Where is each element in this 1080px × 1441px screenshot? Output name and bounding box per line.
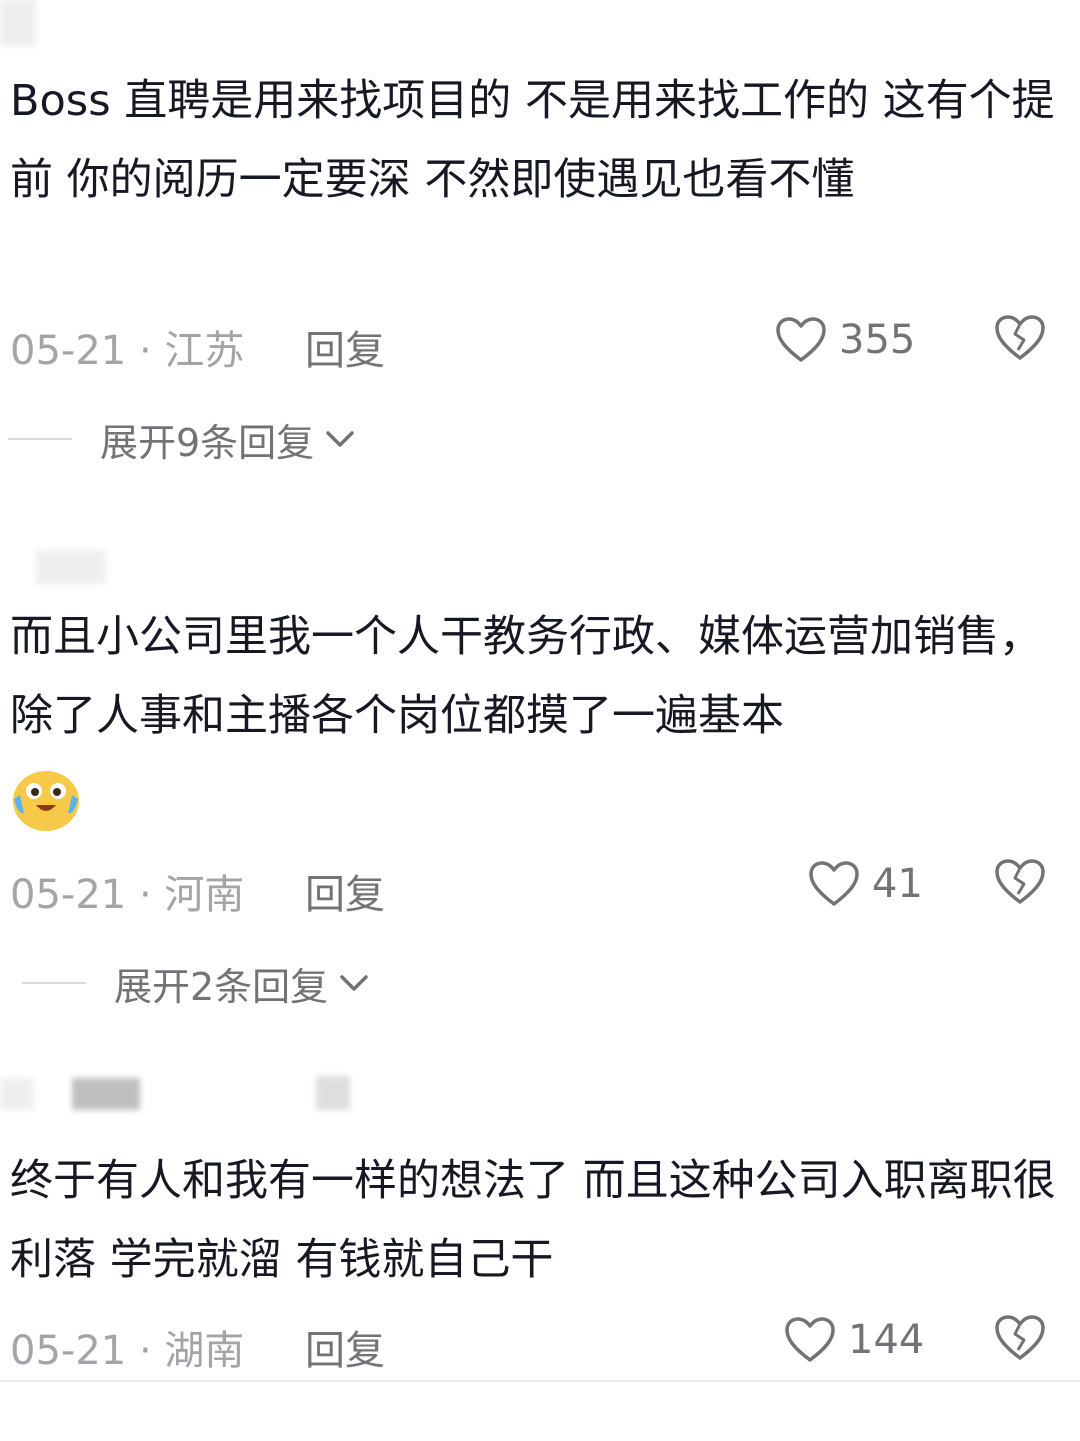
bottom-divider	[0, 1380, 1080, 1382]
comment-meta: 05-21 · 江苏 回复 355	[10, 310, 1080, 374]
crying-laughing-emoji-icon	[10, 765, 82, 833]
reply-button[interactable]: 回复	[305, 318, 385, 376]
chevron-down-icon	[324, 428, 356, 450]
reply-button[interactable]: 回复	[305, 862, 385, 920]
expand-replies-label: 展开9条回复	[100, 420, 315, 465]
comment-text: 终于有人和我有一样的想法了 而且这种公司入职离职很利落 学完就溜 有钱就自己干	[10, 1156, 1056, 1285]
redacted-username	[0, 0, 36, 46]
redacted-username	[36, 550, 106, 584]
redacted-username	[72, 1078, 140, 1110]
heart-outline-icon	[775, 316, 827, 364]
divider-line	[22, 982, 86, 984]
broken-heart-icon	[995, 1315, 1045, 1360]
heart-outline-icon	[784, 1316, 836, 1364]
redacted-username	[316, 1076, 350, 1110]
dislike-button[interactable]	[994, 858, 1046, 906]
comment-date-location: 05-21 · 江苏	[10, 328, 245, 374]
comment-date-location: 05-21 · 河南	[10, 872, 245, 918]
like-count: 144	[848, 1317, 925, 1363]
divider-line	[8, 438, 72, 440]
like-count: 41	[872, 861, 923, 907]
comment-date-location: 05-21 · 湖南	[10, 1328, 245, 1374]
comment-text: 而且小公司里我一个人干教务行政、媒体运营加销售，除了人事和主播各个岗位都摸了一遍…	[10, 612, 1042, 741]
expand-replies-button[interactable]: 展开9条回复	[8, 414, 356, 465]
redacted-username	[0, 1078, 34, 1110]
broken-heart-icon	[995, 315, 1045, 360]
expand-replies-button[interactable]: 展开2条回复	[22, 958, 370, 1009]
expand-replies-label: 展开2条回复	[114, 964, 329, 1009]
like-count: 355	[839, 317, 916, 363]
chevron-down-icon	[338, 972, 370, 994]
heart-outline-icon	[808, 860, 860, 908]
like-button[interactable]: 144	[784, 1310, 924, 1370]
comment-meta: 05-21 · 湖南 回复 144	[10, 1310, 1080, 1374]
comment-meta: 05-21 · 河南 回复 41	[10, 854, 1080, 918]
reply-button[interactable]: 回复	[305, 1318, 385, 1376]
dislike-button[interactable]	[994, 1314, 1046, 1362]
like-button[interactable]: 41	[808, 854, 923, 914]
broken-heart-icon	[995, 859, 1045, 904]
dislike-button[interactable]	[994, 314, 1046, 362]
comment-text: Boss 直聘是用来找项目的 不是用来找工作的 这有个提前 你的阅历一定要深 不…	[10, 76, 1055, 205]
like-button[interactable]: 355	[775, 310, 915, 370]
